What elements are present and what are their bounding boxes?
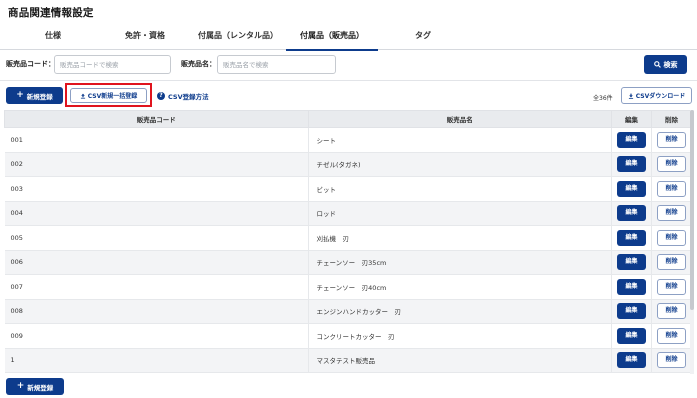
table-row: 001 シート 編集 削除 bbox=[4, 127, 693, 153]
table-row: 002 チゼル(タガネ) 編集 削除 bbox=[4, 152, 693, 177]
csv-download-button[interactable]: CSVダウンロード bbox=[621, 87, 692, 104]
tab-spec[interactable]: 仕様 bbox=[18, 22, 88, 50]
page-title: 商品関連情報設定 bbox=[8, 7, 94, 19]
header-edit: 編集 bbox=[611, 110, 652, 128]
edit-button[interactable]: 編集 bbox=[617, 254, 646, 271]
tab-tags[interactable]: タグ bbox=[393, 22, 453, 50]
cell-code: 007 bbox=[4, 274, 309, 300]
delete-button[interactable]: 削除 bbox=[656, 229, 686, 246]
highlight-box bbox=[65, 83, 152, 107]
cell-code: 001 bbox=[4, 127, 309, 153]
table-row: 1 マスタテスト販売品 編集 削除 bbox=[4, 348, 693, 373]
cell-name: シート bbox=[308, 127, 613, 153]
cell-name: ビット bbox=[308, 176, 613, 202]
edit-button[interactable]: 編集 bbox=[617, 352, 646, 369]
cell-code: 1 bbox=[4, 348, 309, 373]
table-row: 007 チェーンソー 刃40cm 編集 削除 bbox=[4, 274, 693, 300]
table-row: 005 刈払機 刃 編集 削除 bbox=[4, 225, 693, 251]
cell-name: コンクリートカッター 刃 bbox=[308, 323, 613, 349]
edit-button[interactable]: 編集 bbox=[617, 131, 646, 148]
table-row: 003 ビット 編集 削除 bbox=[4, 176, 693, 202]
edit-button[interactable]: 編集 bbox=[617, 156, 646, 173]
search-button[interactable]: 検索 bbox=[644, 55, 687, 74]
delete-button[interactable]: 削除 bbox=[656, 254, 686, 271]
search-button-label: 検索 bbox=[663, 60, 678, 69]
cell-name: マスタテスト販売品 bbox=[308, 348, 613, 373]
tab-accessories-sales[interactable]: 付属品（販売品） bbox=[286, 22, 378, 51]
product-table: 販売品コード 販売品名 編集 削除 001 シート 編集 削除 002 チゼル(… bbox=[4, 110, 693, 373]
delete-button[interactable]: 削除 bbox=[656, 180, 686, 197]
tab-license[interactable]: 免許・資格 bbox=[105, 22, 185, 50]
plus-icon: + bbox=[16, 90, 24, 100]
edit-button[interactable]: 編集 bbox=[617, 278, 646, 295]
edit-button[interactable]: 編集 bbox=[617, 303, 646, 320]
cell-name: 刈払機 刃 bbox=[308, 225, 613, 251]
cell-name: ロッド bbox=[308, 201, 613, 226]
delete-button[interactable]: 削除 bbox=[656, 156, 686, 173]
delete-button[interactable]: 削除 bbox=[656, 131, 686, 148]
csv-download-label: CSVダウンロード bbox=[635, 93, 686, 100]
header-delete: 削除 bbox=[650, 110, 693, 128]
code-search-input[interactable] bbox=[54, 55, 171, 74]
tab-bar: 仕様 免許・資格 付属品（レンタル品） 付属品（販売品） タグ bbox=[0, 22, 697, 51]
tab-accessories-rental[interactable]: 付属品（レンタル品） bbox=[192, 22, 284, 50]
cell-code: 002 bbox=[4, 152, 309, 177]
delete-button[interactable]: 削除 bbox=[656, 278, 686, 295]
edit-button[interactable]: 編集 bbox=[617, 180, 646, 197]
cell-code: 006 bbox=[4, 250, 309, 275]
table-row: 004 ロッド 編集 削除 bbox=[4, 201, 693, 226]
table-scrollbar[interactable] bbox=[690, 110, 694, 374]
scrollbar-thumb[interactable] bbox=[690, 110, 694, 310]
cell-code: 005 bbox=[4, 225, 309, 251]
cell-name: チェーンソー 刃40cm bbox=[308, 274, 613, 300]
plus-icon: + bbox=[16, 381, 25, 391]
delete-button[interactable]: 削除 bbox=[656, 352, 686, 369]
header-code: 販売品コード bbox=[4, 110, 309, 128]
delete-button[interactable]: 削除 bbox=[656, 327, 686, 344]
cell-code: 003 bbox=[4, 176, 309, 202]
csv-help-link[interactable]: ? CSV登録方法 bbox=[157, 91, 209, 101]
name-search-label: 販売品名： bbox=[181, 60, 216, 68]
cell-name: チェーンソー 刃35cm bbox=[308, 250, 613, 275]
name-search-input[interactable] bbox=[217, 55, 336, 74]
footer-new-register-button[interactable]: + 新規登録 bbox=[6, 378, 64, 395]
delete-button[interactable]: 削除 bbox=[656, 205, 686, 222]
help-icon: ? bbox=[157, 92, 165, 100]
header-name: 販売品名 bbox=[307, 110, 613, 128]
table-header-row: 販売品コード 販売品名 編集 削除 bbox=[4, 110, 693, 128]
cell-name: エンジンハンドカッター 刃 bbox=[308, 299, 613, 324]
search-icon bbox=[653, 61, 661, 68]
cell-code: 008 bbox=[4, 299, 309, 324]
search-row: 販売品コード： 販売品名： 検索 bbox=[0, 54, 697, 76]
divider bbox=[0, 80, 697, 81]
edit-button[interactable]: 編集 bbox=[617, 205, 646, 222]
download-icon bbox=[628, 93, 633, 99]
cell-code: 009 bbox=[4, 323, 309, 349]
cell-code: 004 bbox=[4, 201, 309, 226]
footer-new-register-label: 新規登録 bbox=[27, 383, 54, 392]
new-register-label: 新規登録 bbox=[26, 92, 53, 101]
delete-button[interactable]: 削除 bbox=[656, 303, 686, 320]
table-row: 008 エンジンハンドカッター 刃 編集 削除 bbox=[4, 299, 693, 324]
table-row: 006 チェーンソー 刃35cm 編集 削除 bbox=[4, 250, 693, 275]
edit-button[interactable]: 編集 bbox=[617, 327, 646, 344]
cell-name: チゼル(タガネ) bbox=[308, 152, 613, 177]
code-search-label: 販売品コード： bbox=[6, 60, 55, 68]
edit-button[interactable]: 編集 bbox=[617, 229, 646, 246]
new-register-button[interactable]: + 新規登録 bbox=[6, 87, 63, 104]
table-row: 009 コンクリートカッター 刃 編集 削除 bbox=[4, 323, 693, 349]
csv-help-label: CSV登録方法 bbox=[168, 93, 209, 101]
record-count: 全36件 bbox=[593, 95, 613, 102]
